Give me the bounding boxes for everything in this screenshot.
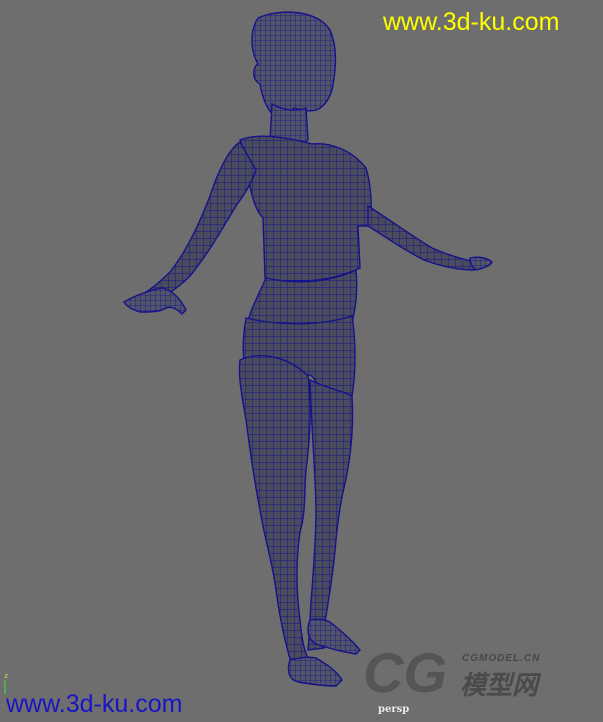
camera-name-label: persp (378, 704, 410, 715)
mesh-head (251, 11, 337, 119)
watermark-top: www.3d-ku.com (383, 8, 560, 36)
mesh-foot-left (287, 656, 343, 687)
svg-text:CG: CG (363, 641, 447, 700)
mesh-hand-right (469, 256, 493, 271)
mesh-hand-left (123, 287, 187, 315)
mesh-leg-left (238, 355, 312, 667)
mesh-leg-right (307, 378, 354, 651)
watermark-bottom: www.3d-ku.com (6, 690, 183, 718)
maya-perspective-viewport[interactable]: www.3d-ku.com CG CGMODEL.CN 模型网 z www.3d… (0, 0, 603, 722)
mesh-body (123, 11, 493, 687)
axis-label-z: z (4, 672, 9, 680)
cgmodel-logo-cn: 模型网 (460, 671, 539, 701)
mesh-arm-left (138, 141, 257, 305)
mesh-torso-top (239, 135, 372, 282)
cgmodel-logo-text: CGMODEL.CN (462, 653, 541, 664)
mesh-arm-right (367, 204, 477, 271)
female-base-mesh-wireframe[interactable] (0, 0, 603, 722)
